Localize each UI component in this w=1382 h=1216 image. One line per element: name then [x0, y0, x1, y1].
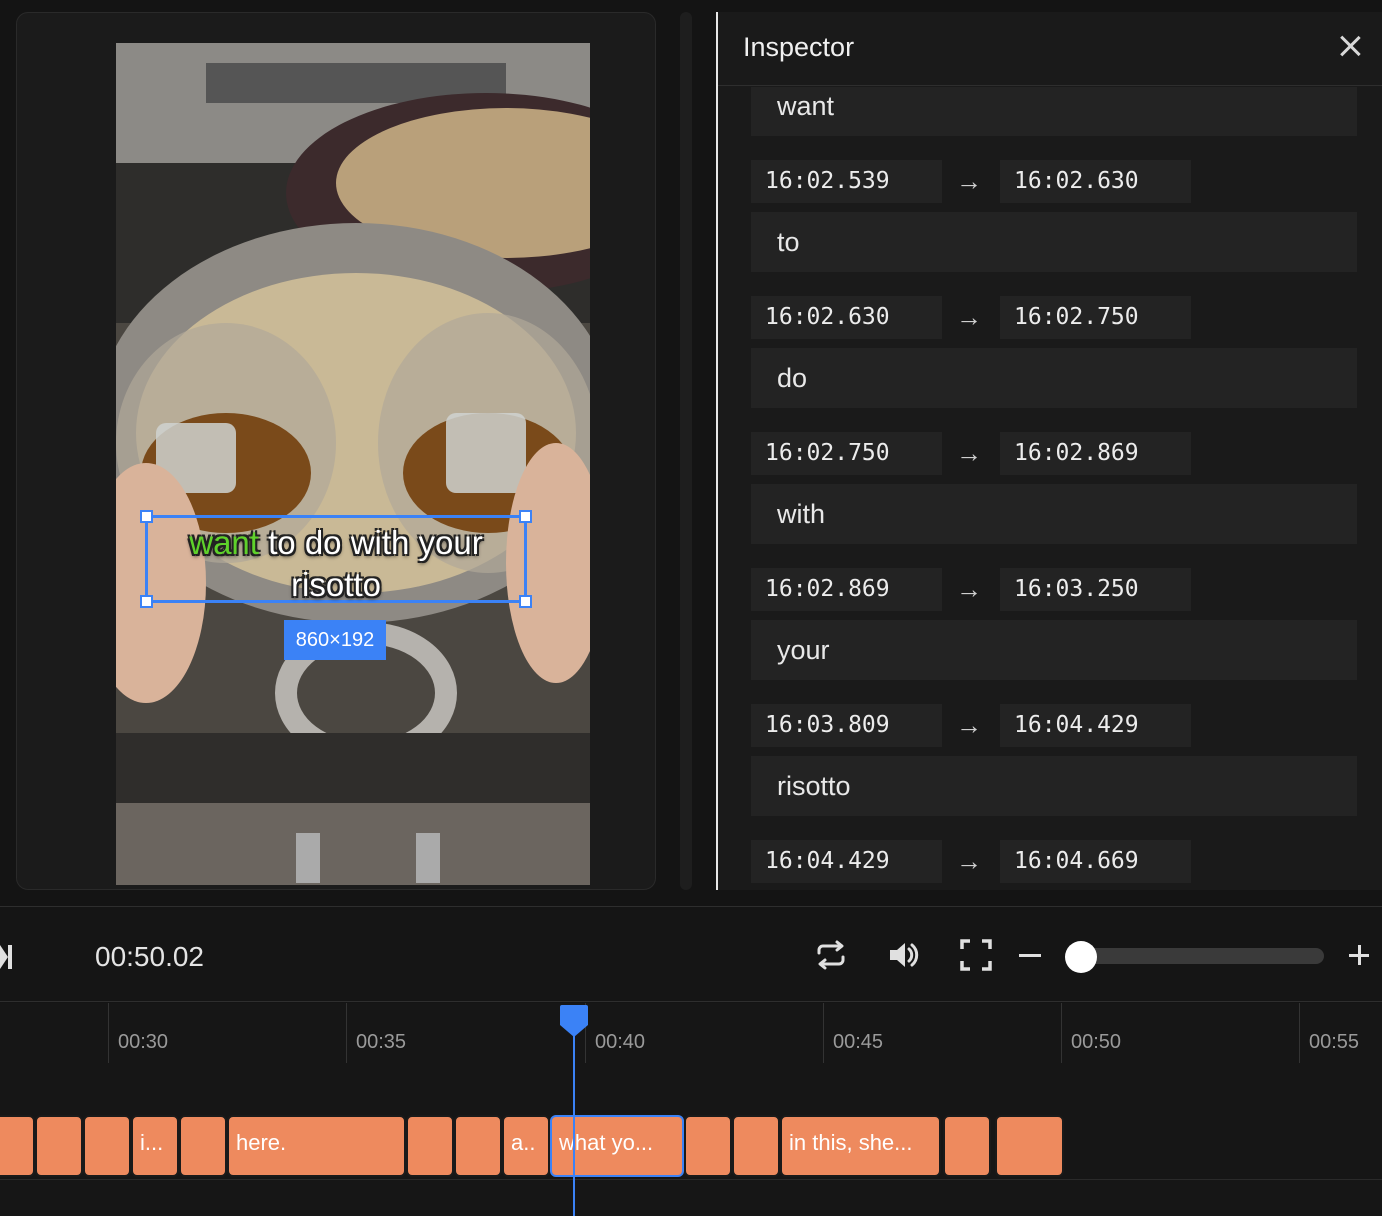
caption-clip[interactable] — [732, 1115, 780, 1177]
word-segment: 16:02.630 → 16:02.750 do — [718, 296, 1382, 432]
video-frame[interactable] — [116, 43, 590, 885]
caption-clip[interactable]: what yo... — [550, 1115, 684, 1177]
playhead-line[interactable] — [573, 1013, 575, 1216]
caption-clip[interactable] — [83, 1115, 131, 1177]
timeline-tick — [108, 1003, 109, 1063]
word-segment: 16:02.869 → 16:03.250 your — [718, 568, 1382, 704]
timeline-tick-label: 00:35 — [356, 1031, 407, 1053]
caption-clip[interactable]: in this, she... — [780, 1115, 941, 1177]
timeline-tick-label: 00:45 — [833, 1031, 884, 1053]
timeline-tick-label: 00:40 — [595, 1031, 646, 1053]
caption-line1-rest: to do with your — [258, 524, 483, 561]
skip-end-icon[interactable] — [0, 943, 14, 971]
arrow-icon: → — [956, 438, 982, 468]
caption-line2: risotto — [291, 566, 381, 603]
word-text-field[interactable]: risotto — [751, 756, 1357, 816]
resize-handle-top-right[interactable] — [519, 510, 532, 523]
timeline-tick-label: 00:50 — [1071, 1031, 1122, 1053]
timeline-tick-label: 00:30 — [118, 1031, 169, 1053]
end-time-field[interactable]: 16:02.630 — [1000, 160, 1191, 203]
track-divider — [0, 1179, 1382, 1180]
end-time-field[interactable]: 16:02.869 — [1000, 432, 1191, 475]
caption-clip[interactable]: i... — [131, 1115, 179, 1177]
resize-handle-bottom-right[interactable] — [519, 595, 532, 608]
video-still — [116, 43, 590, 885]
arrow-icon: → — [956, 302, 982, 332]
timeline-tick-label: 00:55 — [1309, 1031, 1360, 1053]
start-time-field[interactable]: 16:02.630 — [751, 296, 942, 339]
zoom-slider-track[interactable] — [1080, 948, 1324, 964]
word-text-field[interactable]: want — [751, 87, 1357, 136]
caption-clip[interactable]: here. — [227, 1115, 406, 1177]
zoom-in-icon-v[interactable] — [1357, 945, 1361, 965]
timeline-tick — [823, 1003, 824, 1063]
word-text-field[interactable]: your — [751, 620, 1357, 680]
end-time-field[interactable]: 16:04.669 — [1000, 840, 1191, 883]
caption-clip[interactable] — [0, 1115, 35, 1177]
caption-clip[interactable] — [995, 1115, 1064, 1177]
resize-handle-bottom-left[interactable] — [140, 595, 153, 608]
preview-panel: want to do with your risotto 860×192 — [16, 12, 656, 890]
resize-handle-top-left[interactable] — [140, 510, 153, 523]
player-controls: 00:50.02 — [0, 906, 1382, 1002]
timeline[interactable]: 00:30 00:35 00:40 00:45 00:50 00:55 i... here.… — [0, 1003, 1382, 1216]
timeline-tick — [1061, 1003, 1062, 1063]
panel-scrollbar[interactable] — [680, 12, 692, 890]
word-segment: 16:04.429 → 16:04.669 — [718, 840, 1382, 890]
size-badge: 860×192 — [284, 620, 386, 660]
playhead-handle[interactable] — [556, 1003, 592, 1039]
caption-highlight-word: want — [189, 524, 259, 561]
end-time-field[interactable]: 16:04.429 — [1000, 704, 1191, 747]
start-time-field[interactable]: 16:04.429 — [751, 840, 942, 883]
zoom-slider-knob[interactable] — [1065, 941, 1097, 973]
word-segment: 16:03.809 → 16:04.429 risotto — [718, 704, 1382, 840]
inspector-title: Inspector — [743, 32, 855, 62]
caption-selection-box[interactable]: want to do with your risotto — [140, 510, 532, 608]
start-time-field[interactable]: 16:02.869 — [751, 568, 942, 611]
arrow-icon: → — [956, 166, 982, 196]
loop-icon[interactable] — [813, 937, 849, 973]
inspector-panel: Inspector →want16:02.539→16:02.630to16:0… — [716, 12, 1382, 890]
word-text-field[interactable]: with — [751, 484, 1357, 544]
word-text-field[interactable]: to — [751, 212, 1357, 272]
inspector-header: Inspector — [718, 12, 1382, 86]
timeline-tick — [1299, 1003, 1300, 1063]
start-time-field[interactable]: 16:02.750 — [751, 432, 942, 475]
caption-clip[interactable] — [179, 1115, 227, 1177]
arrow-icon: → — [956, 846, 982, 876]
caption-clip[interactable] — [684, 1115, 732, 1177]
fullscreen-icon[interactable] — [958, 937, 994, 973]
end-time-field[interactable]: 16:02.750 — [1000, 296, 1191, 339]
start-time-field[interactable]: 16:02.539 — [751, 160, 942, 203]
timeline-tick — [346, 1003, 347, 1063]
word-segment: 16:02.750 → 16:02.869 with — [718, 432, 1382, 568]
zoom-out-icon[interactable] — [1019, 954, 1041, 957]
end-time-field[interactable]: 16:03.250 — [1000, 568, 1191, 611]
arrow-icon: → — [956, 710, 982, 740]
word-segment-list: →want16:02.539→16:02.630to16:02.630→16:0… — [718, 87, 1382, 890]
caption-clip[interactable] — [454, 1115, 502, 1177]
start-time-field[interactable]: 16:03.809 — [751, 704, 942, 747]
caption-text: want to do with your risotto — [148, 522, 524, 606]
caption-clip[interactable] — [406, 1115, 454, 1177]
caption-clip[interactable] — [35, 1115, 83, 1177]
inspector-body[interactable]: →want16:02.539→16:02.630to16:02.630→16:0… — [718, 87, 1382, 890]
caption-clip[interactable] — [943, 1115, 991, 1177]
volume-icon[interactable] — [886, 937, 922, 973]
word-text-field[interactable]: do — [751, 348, 1357, 408]
close-icon[interactable] — [1336, 32, 1364, 60]
caption-clip[interactable]: a.. — [502, 1115, 550, 1177]
timecode: 00:50.02 — [95, 941, 204, 972]
arrow-icon: → — [956, 574, 982, 604]
word-segment: 16:02.539 → 16:02.630 to — [718, 160, 1382, 296]
word-segment: →want — [718, 87, 1382, 160]
